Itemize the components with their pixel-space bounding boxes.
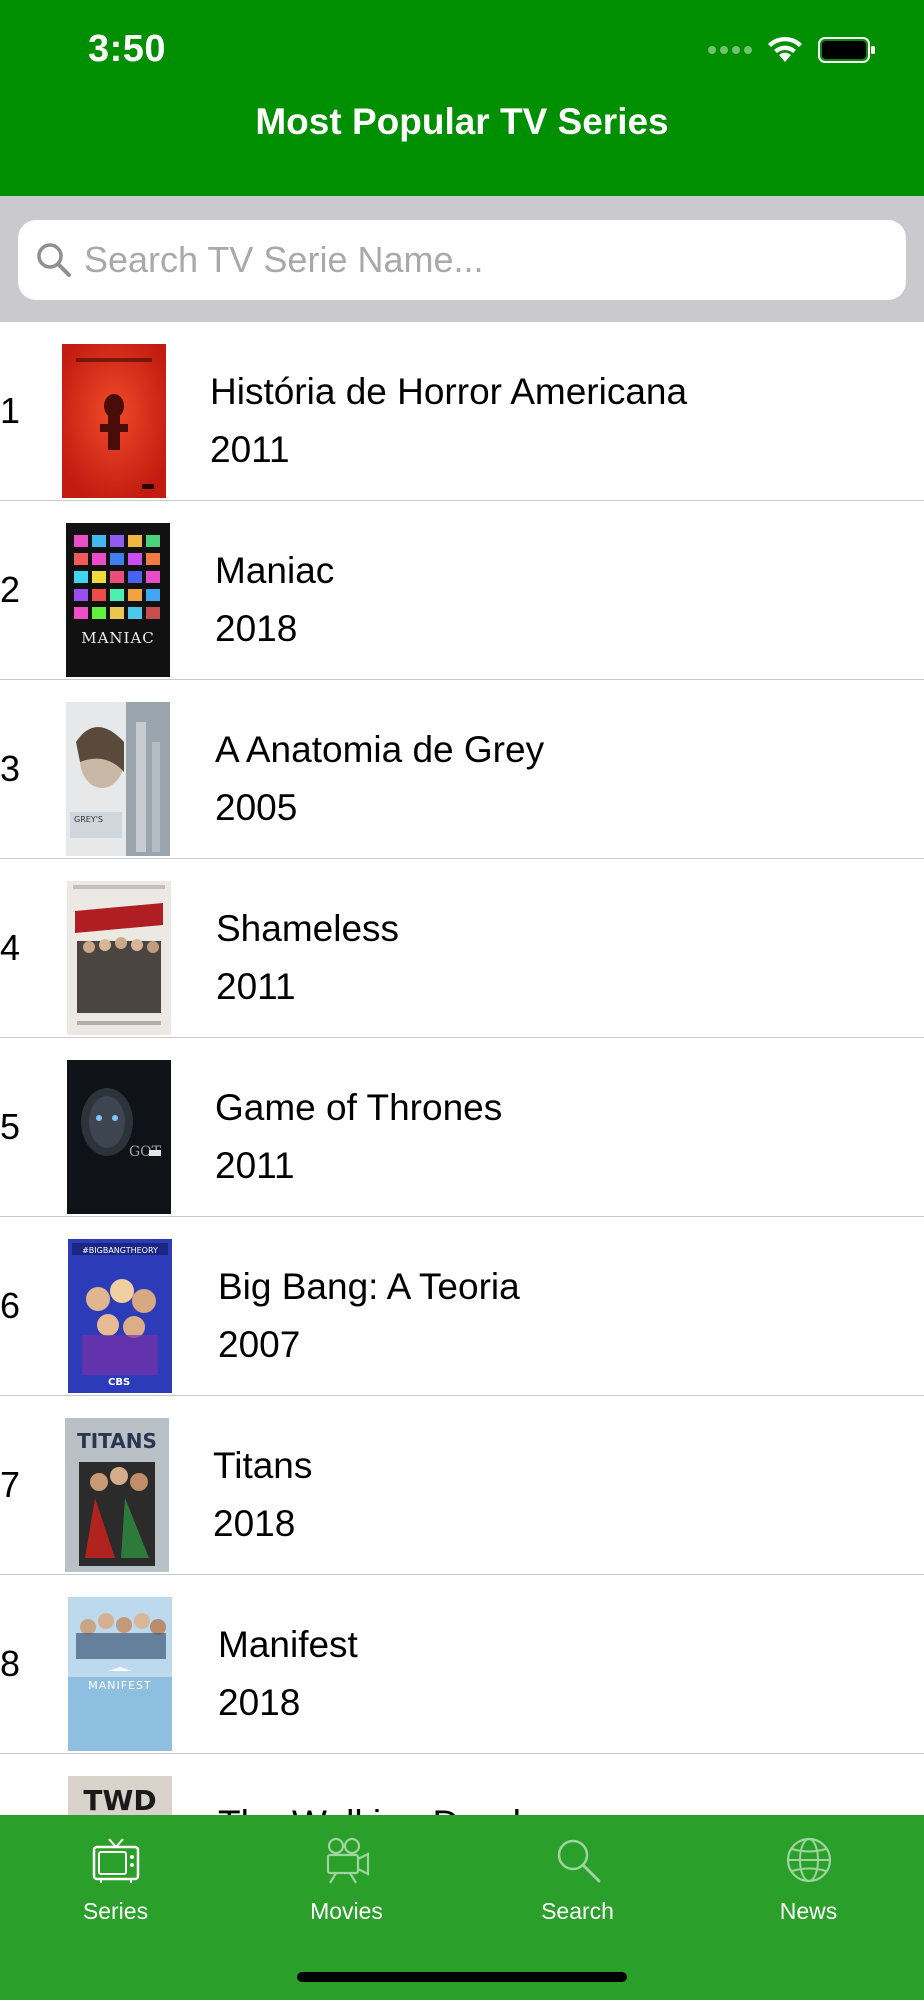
series-title: Maniac — [215, 550, 335, 591]
game-of-thrones-poster: GOT — [67, 1060, 171, 1214]
search-icon — [37, 243, 71, 277]
series-title: The Walking Dead — [218, 1802, 521, 1815]
list-item[interactable]: 5 GOT Game of Thrones 2011 — [0, 1037, 924, 1217]
list-item[interactable]: 9 TWD The Walking Dead — [0, 1753, 924, 1815]
svg-text:CBS: CBS — [108, 1377, 130, 1388]
rank-number: 6 — [0, 1285, 21, 1326]
list-item[interactable]: 8 MANIFEST Manifest 2018 — [0, 1574, 924, 1754]
series-title: Shameless — [216, 908, 400, 949]
series-year: 2011 — [216, 966, 296, 1007]
series-year: 2018 — [215, 608, 298, 649]
tab-label: Search — [541, 1898, 614, 1924]
list-item[interactable]: 3 GREY'S A Anatomia de Grey 2005 — [0, 679, 924, 859]
series-year: 2011 — [210, 429, 290, 470]
svg-text:GREY'S: GREY'S — [74, 815, 103, 824]
tab-news[interactable]: News — [693, 1835, 924, 1935]
list-item[interactable]: 6 #BIGBANGTHEORY CBS Big Bang: A Teoria … — [0, 1216, 924, 1396]
the-walking-dead-poster: TWD — [68, 1776, 172, 1815]
tab-label: Movies — [310, 1898, 383, 1924]
rank-number: 1 — [0, 390, 21, 431]
titans-poster: TITANS — [65, 1418, 169, 1572]
list-item[interactable]: 1 História de Horror Americana 2011 — [0, 322, 924, 501]
series-title: Big Bang: A Teoria — [218, 1266, 520, 1307]
search-icon — [557, 1839, 600, 1883]
maniac-poster: MANIAC — [66, 523, 170, 677]
svg-text:MANIFEST: MANIFEST — [88, 1679, 151, 1692]
american-horror-story-poster — [62, 344, 166, 498]
wifi-icon — [768, 36, 802, 62]
list-item[interactable]: 4 Shameless 2011 — [0, 858, 924, 1038]
globe-icon — [786, 1837, 831, 1883]
home-indicator[interactable] — [297, 1972, 627, 1982]
greys-anatomy-poster: GREY'S — [66, 702, 170, 856]
search-placeholder: Search TV Serie Name... — [84, 239, 484, 280]
battery-icon — [818, 37, 875, 63]
series-year: 2018 — [213, 1503, 296, 1544]
svg-text:TWD: TWD — [83, 1784, 156, 1815]
rank-number: 8 — [0, 1643, 21, 1684]
cellular-signal-icon — [708, 46, 752, 54]
tab-search[interactable]: Search — [462, 1835, 693, 1935]
tv-icon — [92, 1838, 139, 1883]
series-year: 2005 — [215, 787, 298, 828]
navigation-header: 3:50 Most Popular TV Series — [0, 0, 924, 196]
series-title: A Anatomia de Grey — [215, 729, 545, 770]
rank-number: 7 — [0, 1464, 21, 1505]
rank-number: 5 — [0, 1106, 21, 1147]
rank-number: 4 — [0, 927, 21, 968]
movie-camera-icon — [326, 1837, 369, 1884]
search-input[interactable]: Search TV Serie Name... — [18, 220, 906, 300]
search-bar-container: Search TV Serie Name... — [0, 196, 924, 322]
tab-series[interactable]: Series — [0, 1835, 231, 1935]
list-item[interactable]: 7 TITANS Titans 2018 — [0, 1395, 924, 1575]
series-title: Titans — [213, 1445, 313, 1486]
tab-label: Series — [82, 1898, 149, 1924]
manifest-poster: MANIFEST — [68, 1597, 172, 1751]
rank-number: 3 — [0, 748, 21, 789]
svg-text:#BIGBANGTHEORY: #BIGBANGTHEORY — [82, 1246, 158, 1255]
svg-text:MANIAC: MANIAC — [81, 629, 155, 647]
list-item[interactable]: 2 MANIAC Maniac 2018 — [0, 500, 924, 680]
series-list[interactable]: 1 História de Horror Americana 2011 2 MA… — [0, 322, 924, 1815]
big-bang-theory-poster: #BIGBANGTHEORY CBS — [68, 1239, 172, 1393]
series-title: Game of Thrones — [215, 1087, 503, 1128]
tab-label: News — [779, 1898, 838, 1924]
series-title: História de Horror Americana — [210, 371, 688, 412]
series-year: 2011 — [215, 1145, 295, 1186]
svg-text:TITANS: TITANS — [77, 1429, 157, 1453]
tab-movies[interactable]: Movies — [231, 1835, 462, 1935]
status-time: 3:50 — [88, 28, 167, 70]
status-icons — [708, 34, 876, 66]
rank-number: 9 — [0, 1754, 22, 1815]
series-year: 2007 — [218, 1324, 301, 1365]
series-year: 2018 — [218, 1682, 301, 1723]
shameless-poster — [67, 881, 171, 1035]
page-title: Most Popular TV Series — [255, 101, 669, 142]
series-title: Manifest — [218, 1624, 358, 1665]
rank-number: 2 — [0, 569, 21, 610]
